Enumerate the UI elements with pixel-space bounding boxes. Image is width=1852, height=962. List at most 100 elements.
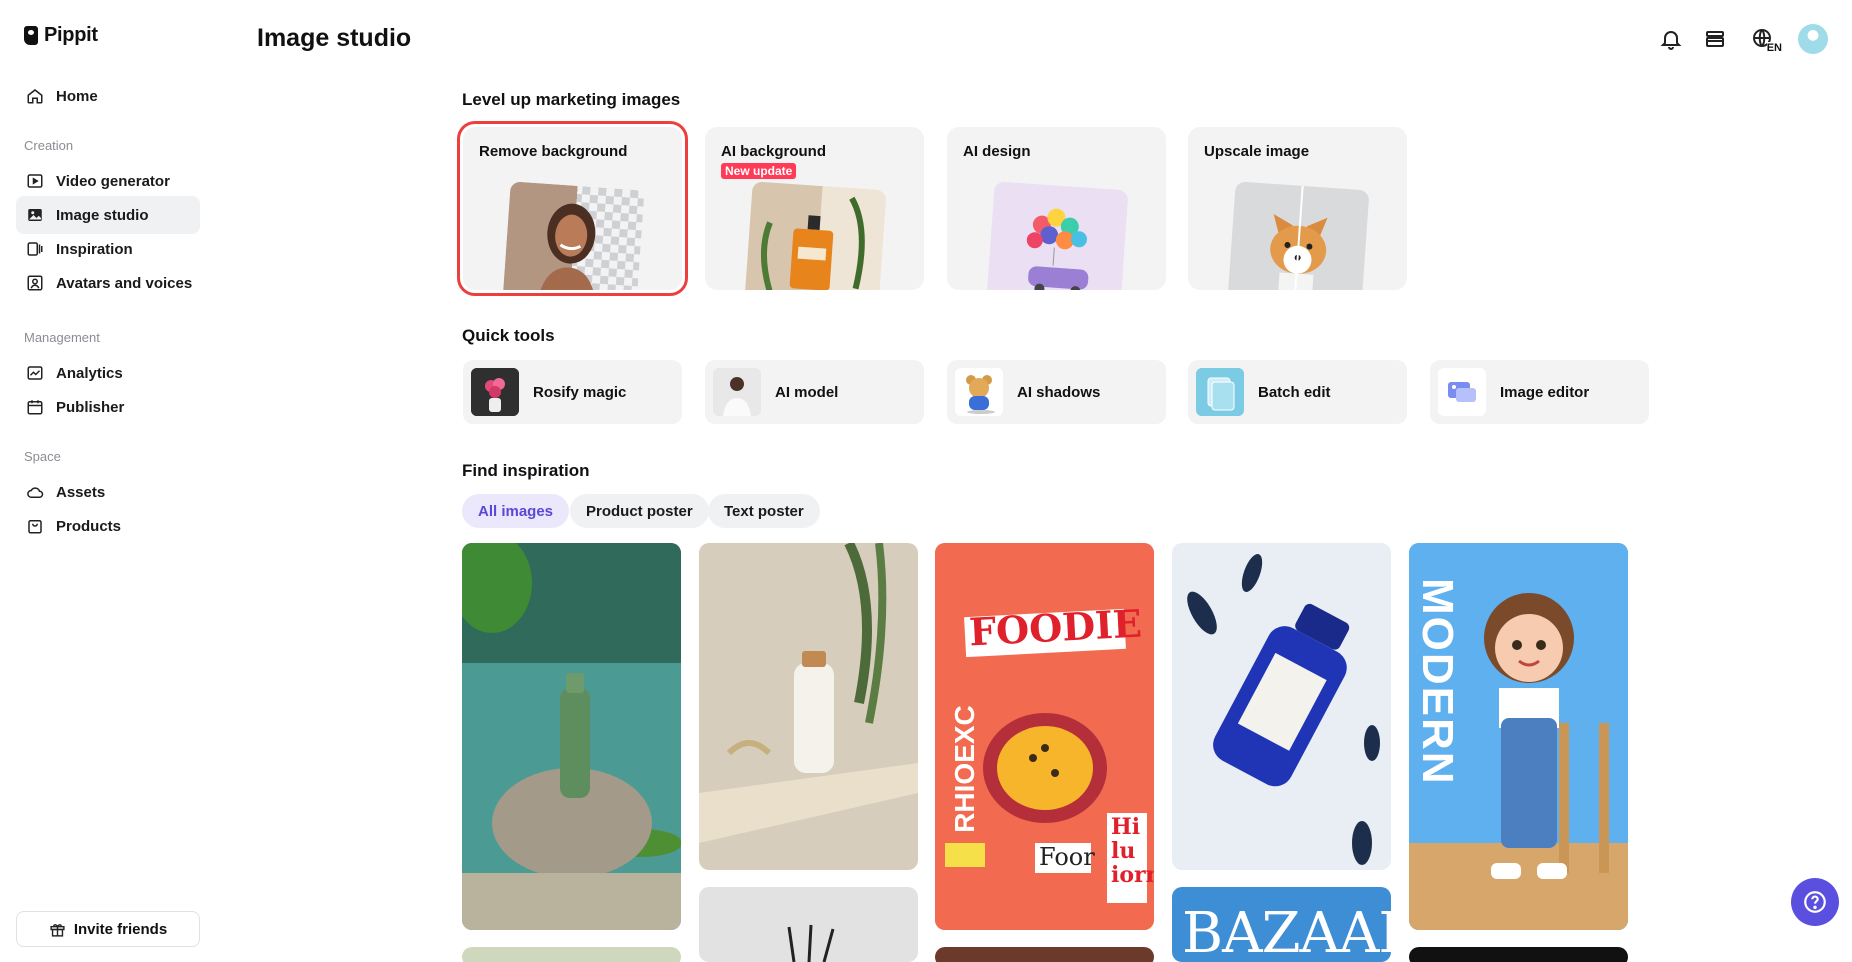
batch-edit-tool[interactable]: Batch edit: [1188, 360, 1407, 424]
section-label-creation: Creation: [24, 138, 74, 153]
avatar-icon: [26, 274, 44, 292]
image-icon: [26, 206, 44, 224]
rosify-magic-tool[interactable]: Rosify magic: [463, 360, 682, 424]
corgi-dog-icon: [1270, 185, 1328, 290]
sidebar-item-label: Assets: [56, 483, 106, 501]
teddy-bear-icon: [966, 375, 995, 414]
card-label: Upscale image: [1204, 143, 1310, 160]
page-title: Image studio: [257, 24, 412, 52]
ai-model-tool[interactable]: AI model: [705, 360, 924, 424]
pippit-logo-icon: [24, 26, 38, 45]
card-label: AI background: [721, 143, 827, 160]
user-avatar[interactable]: [1798, 24, 1828, 54]
inspiration-card-green-bottle[interactable]: [462, 543, 681, 930]
sidebar-item-publisher[interactable]: Publisher: [16, 388, 200, 426]
rosify-thumb: [471, 368, 519, 416]
inspiration-card-bazaar[interactable]: BAZAAR: [1172, 887, 1391, 962]
video-plus-icon: [26, 172, 44, 190]
green-bottle-rock-image: [462, 543, 681, 930]
inspiration-icon: [26, 240, 44, 258]
invite-friends-button[interactable]: Invite friends: [16, 911, 200, 947]
credits-icon[interactable]: [1702, 26, 1728, 52]
sidebar-item-label: Home: [56, 87, 98, 105]
inspiration-card-foodie-poster[interactable]: FOODIE RHIOEXC Foor Hi lu iorn: [935, 543, 1154, 930]
balloon-car-icon: [1026, 208, 1089, 290]
sidebar-item-label: Avatars and voices: [56, 274, 193, 292]
sidebar-item-inspiration[interactable]: Inspiration: [16, 230, 200, 268]
inspiration-card-partial-5[interactable]: [1409, 947, 1628, 962]
poster-text-foor: Foor: [1039, 843, 1095, 871]
image-editor-thumb: [1438, 368, 1486, 416]
rose-vase-icon: [471, 368, 519, 416]
man-model-icon: [723, 377, 751, 416]
sidebar-item-image-studio[interactable]: Image studio: [16, 196, 200, 234]
sidebar-item-label: Publisher: [56, 398, 125, 416]
ai-background-preview: [745, 181, 887, 290]
upscale-image-card[interactable]: Upscale image: [1188, 127, 1407, 290]
inspiration-card-partial-1[interactable]: [462, 947, 681, 962]
section-label-management: Management: [24, 330, 100, 345]
blue-perfume-bottle-image: [1172, 543, 1391, 870]
shopping-bag-icon: [26, 517, 44, 535]
ai-design-card[interactable]: AI design: [947, 127, 1166, 290]
home-icon: [26, 87, 44, 105]
inspiration-card-partial-3[interactable]: [935, 947, 1154, 962]
sidebar-item-products[interactable]: Products: [16, 507, 200, 545]
woman-portrait-icon: [538, 203, 596, 290]
language-globe-icon[interactable]: EN: [1746, 26, 1782, 54]
ai-background-card[interactable]: AI background New update: [705, 127, 924, 290]
remove-background-preview: [503, 181, 645, 290]
tool-label: Image editor: [1500, 383, 1590, 401]
card-label: AI design: [963, 143, 1031, 160]
calendar-icon: [26, 398, 44, 416]
diffuser-sticks-image: [787, 924, 835, 962]
tool-label: AI model: [775, 383, 839, 401]
sidebar-item-label: Image studio: [56, 206, 149, 224]
notification-bell-icon[interactable]: [1658, 26, 1684, 52]
language-code: EN: [1766, 42, 1782, 54]
gift-icon: [49, 921, 66, 938]
poster-text-modern: MODERN: [1413, 578, 1462, 786]
sidebar-item-label: Analytics: [56, 364, 123, 382]
inspiration-card-modern-girl[interactable]: MODERN: [1409, 543, 1628, 930]
brand-name: Pippit: [44, 24, 98, 46]
logo[interactable]: Pippit: [24, 24, 98, 47]
remove-background-card[interactable]: Remove background: [457, 121, 688, 296]
quick-tools-title: Quick tools: [462, 326, 555, 345]
marketing-section-title: Level up marketing images: [462, 90, 681, 109]
image-editor-icon: [1448, 382, 1476, 402]
filter-product-poster[interactable]: Product poster: [570, 494, 709, 528]
perfume-bottle-icon: [745, 181, 887, 290]
inspiration-card-diffuser[interactable]: [699, 887, 918, 962]
question-mark-icon: [1804, 891, 1826, 913]
batch-edit-thumb: [1196, 368, 1244, 416]
inspiration-card-blue-perfume[interactable]: [1172, 543, 1391, 870]
poster-text-hi-lu-iorn: Hi lu iorn: [1111, 814, 1154, 889]
ai-shadows-tool[interactable]: AI shadows: [947, 360, 1166, 424]
ai-design-preview: [987, 181, 1129, 290]
upscale-image-preview: [1228, 181, 1370, 290]
filter-all-images[interactable]: All images: [462, 494, 570, 528]
sidebar-item-avatars-voices[interactable]: Avatars and voices: [16, 264, 200, 302]
new-update-badge: New update: [721, 163, 797, 179]
cloud-icon: [26, 483, 44, 501]
sidebar-item-assets[interactable]: Assets: [16, 473, 200, 511]
batch-layers-icon: [1196, 368, 1244, 416]
white-bottle-shelf-image: [699, 543, 918, 870]
sidebar-item-video-generator[interactable]: Video generator: [16, 162, 200, 200]
section-label-space: Space: [24, 449, 61, 464]
image-editor-tool[interactable]: Image editor: [1430, 360, 1649, 424]
card-label: Remove background: [479, 143, 628, 160]
sidebar-item-home[interactable]: Home: [16, 77, 200, 115]
tool-label: Rosify magic: [533, 383, 627, 401]
sidebar-item-label: Inspiration: [56, 240, 133, 258]
tool-label: AI shadows: [1017, 383, 1101, 401]
help-button[interactable]: [1791, 878, 1839, 926]
sidebar: Pippit Home Creation Video generator Ima…: [0, 0, 200, 962]
filter-text-poster[interactable]: Text poster: [708, 494, 820, 528]
top-right-toolbar: EN: [1658, 24, 1828, 54]
inspiration-card-white-bottle[interactable]: [699, 543, 918, 870]
ai-model-thumb: [713, 368, 761, 416]
analytics-icon: [26, 364, 44, 382]
sidebar-item-analytics[interactable]: Analytics: [16, 354, 200, 392]
